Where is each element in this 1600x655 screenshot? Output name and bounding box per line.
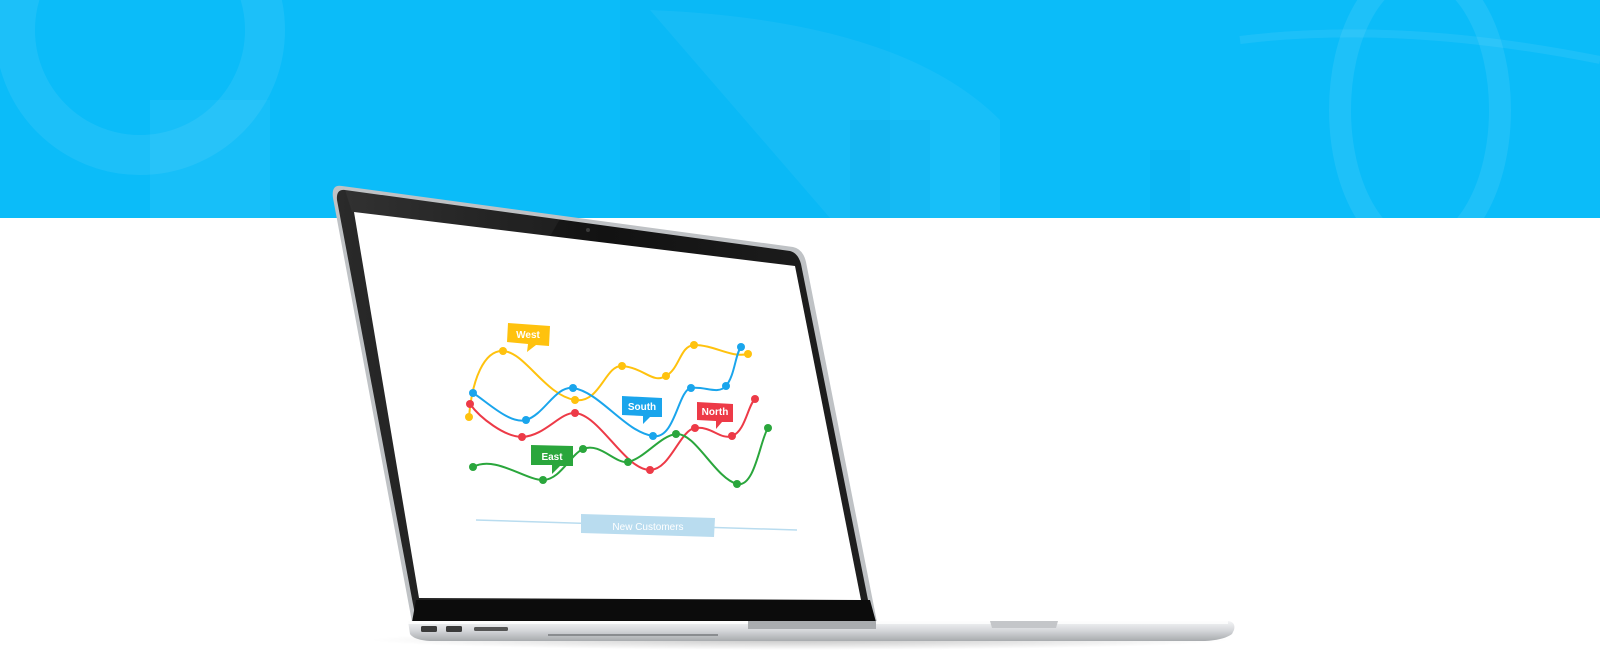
point-north	[646, 466, 654, 474]
point-south	[722, 382, 730, 390]
tag-north-label: North	[702, 407, 729, 418]
point-north	[518, 433, 526, 441]
point-south	[649, 432, 657, 440]
point-west	[744, 350, 752, 358]
card-slot-icon	[474, 627, 508, 631]
tag-west-label: West	[516, 330, 540, 341]
point-west	[690, 341, 698, 349]
point-east	[764, 424, 772, 432]
point-west	[499, 347, 507, 355]
port-icon	[446, 626, 462, 632]
laptop-screen: West South North East New Customers	[354, 212, 861, 600]
point-west	[618, 362, 626, 370]
point-east	[624, 458, 632, 466]
tag-south-label: South	[628, 402, 656, 413]
point-west	[465, 413, 473, 421]
point-south	[469, 389, 477, 397]
point-north	[466, 400, 474, 408]
hinge	[748, 621, 876, 629]
camera-icon	[586, 228, 590, 232]
point-east	[539, 476, 547, 484]
point-north	[728, 432, 736, 440]
point-east	[579, 445, 587, 453]
point-west	[662, 372, 670, 380]
tag-east-label: East	[541, 452, 563, 463]
point-north	[751, 395, 759, 403]
point-east	[672, 430, 680, 438]
point-east	[469, 463, 477, 471]
lid-opening-notch	[990, 621, 1058, 628]
port-icon	[421, 626, 437, 632]
point-south	[569, 384, 577, 392]
point-north	[691, 424, 699, 432]
speaker-grille	[548, 634, 718, 636]
point-east	[733, 480, 741, 488]
point-south	[687, 384, 695, 392]
chart-caption: New Customers	[612, 522, 683, 533]
laptop-mockup: West South North East New Customers	[332, 185, 1235, 650]
point-south	[522, 416, 530, 424]
point-north	[571, 409, 579, 417]
laptop-bottom-bezel	[412, 600, 876, 622]
point-west	[571, 396, 579, 404]
point-south	[737, 343, 745, 351]
